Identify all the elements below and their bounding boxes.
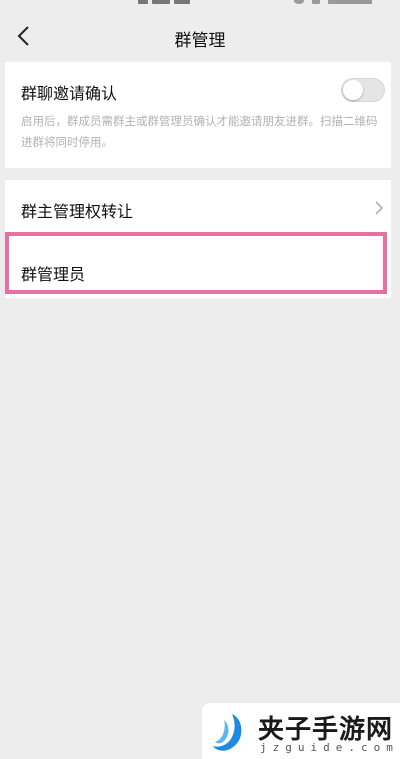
battery-clock-icon bbox=[294, 0, 378, 6]
invite-confirm-toggle[interactable] bbox=[341, 78, 385, 102]
status-bar bbox=[0, 0, 400, 10]
transfer-owner-row[interactable]: 群主管理权转让 bbox=[5, 180, 391, 236]
invite-confirm-title: 群聊邀请确认 bbox=[21, 84, 118, 103]
chevron-right-icon bbox=[375, 201, 384, 215]
nav-bar: 群管理 bbox=[0, 10, 400, 62]
invite-confirm-row: 群聊邀请确认 启用后，群成员需群主或群管理员确认才能邀请朋友进群。扫描二维码进群… bbox=[5, 62, 391, 168]
signal-icon bbox=[138, 0, 198, 6]
page-title: 群管理 bbox=[174, 31, 226, 51]
site-watermark: 夹子手游网 jzguide.com bbox=[202, 703, 400, 759]
transfer-owner-title: 群主管理权转让 bbox=[21, 202, 134, 221]
highlight-box bbox=[5, 232, 387, 294]
toggle-knob bbox=[343, 80, 363, 100]
invite-confirm-description: 启用后，群成员需群主或群管理员确认才能邀请朋友进群。扫描二维码进群将同时停用。 bbox=[21, 114, 378, 149]
site-logo-icon bbox=[213, 714, 242, 751]
watermark-url: jzguide.com bbox=[260, 741, 399, 754]
